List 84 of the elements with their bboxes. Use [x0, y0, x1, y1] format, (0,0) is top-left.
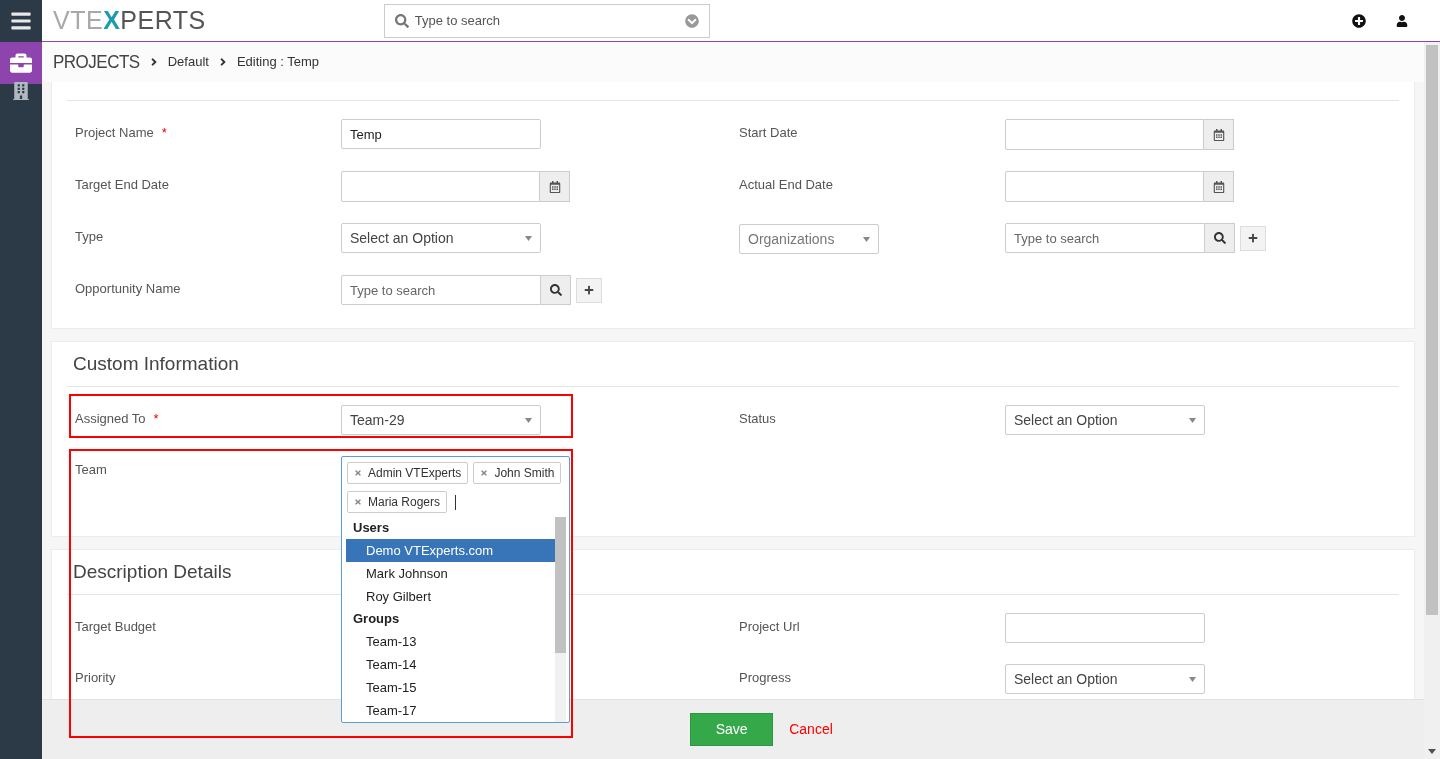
- add-record-button[interactable]: [1352, 13, 1366, 28]
- date-field[interactable]: [1005, 171, 1204, 202]
- option-group-label: Groups: [352, 610, 401, 629]
- search-icon: [549, 284, 562, 296]
- selected-tag[interactable]: Maria Rogers: [347, 491, 448, 513]
- field-label: Project Name *: [75, 125, 167, 140]
- select-field[interactable]: Select an Option: [1005, 405, 1205, 435]
- scrollbar[interactable]: [555, 517, 566, 722]
- calendar-button[interactable]: [540, 171, 570, 202]
- select-field[interactable]: Team-29: [341, 405, 541, 435]
- module-title[interactable]: PROJECTS: [53, 47, 140, 77]
- field-label: Status: [739, 411, 776, 426]
- page-scrollbar[interactable]: [1424, 42, 1440, 759]
- field-label: Assigned To *: [75, 411, 159, 426]
- search-icon: [1213, 232, 1226, 244]
- add-button[interactable]: [1240, 225, 1266, 251]
- dropdown-option[interactable]: Team-17: [346, 699, 555, 722]
- date-field[interactable]: [341, 171, 540, 202]
- sidebar-item[interactable]: [0, 42, 42, 84]
- selected-tag[interactable]: John Smith: [473, 462, 562, 484]
- remove-icon[interactable]: [480, 469, 489, 477]
- breadcrumb-link[interactable]: Editing : Temp: [236, 52, 320, 72]
- select-field[interactable]: Select an Option: [1005, 664, 1205, 694]
- field-label: Target Budget: [75, 619, 156, 634]
- caret-icon: [863, 236, 870, 242]
- field-label: Progress: [739, 670, 792, 685]
- scrollbar-thumb[interactable]: [1426, 45, 1438, 615]
- chevron-icon[interactable]: [684, 13, 699, 28]
- breadcrumb-link[interactable]: Default: [167, 52, 209, 72]
- search-button[interactable]: [541, 275, 571, 305]
- user-button[interactable]: [1396, 14, 1408, 27]
- section-title: Description Details: [73, 559, 232, 584]
- dropdown-option[interactable]: Team-14: [346, 653, 555, 676]
- field-label: Start Date: [739, 125, 798, 140]
- caret-icon: [1189, 417, 1196, 423]
- required-mark: *: [153, 411, 159, 426]
- plus-icon: [1352, 13, 1366, 28]
- date-field[interactable]: [1005, 119, 1204, 150]
- calendar-icon: [548, 180, 561, 193]
- search-input[interactable]: Type to search: [414, 10, 679, 31]
- field-label: Team: [75, 462, 107, 477]
- search-icon: [394, 13, 409, 28]
- text-field[interactable]: Temp: [341, 119, 541, 149]
- caret-icon: [1189, 676, 1196, 682]
- add-button[interactable]: [576, 277, 602, 303]
- briefcase-icon: [10, 52, 32, 74]
- dropdown-option[interactable]: Roy Gilbert: [346, 585, 555, 608]
- required-mark: *: [161, 125, 167, 140]
- plus-icon: [584, 285, 594, 295]
- field-label: Type: [75, 229, 104, 244]
- option-group-label: Users: [352, 519, 391, 538]
- field-label: Target End Date: [75, 177, 169, 192]
- global-search-field[interactable]: Type to search: [383, 3, 710, 38]
- text-field[interactable]: [1005, 613, 1205, 643]
- calendar-icon: [1212, 180, 1225, 193]
- remove-icon[interactable]: [354, 469, 362, 477]
- logo: VTEXPERTS: [53, 8, 206, 33]
- module-select[interactable]: Organizations: [739, 224, 879, 254]
- section-title: Custom Information: [73, 351, 239, 376]
- selected-tag[interactable]: Admin VTExperts: [347, 462, 469, 484]
- calendar-button[interactable]: [1204, 119, 1234, 150]
- caret-icon: [525, 235, 532, 241]
- search-field[interactable]: Type to search: [1005, 223, 1205, 253]
- text-cursor: [455, 494, 457, 510]
- dropdown-option[interactable]: Team-15: [346, 676, 555, 699]
- field-label: Project Url: [739, 619, 800, 634]
- field-label: Actual End Date: [739, 177, 833, 192]
- search-button[interactable]: [1205, 223, 1235, 253]
- user-icon: [1396, 14, 1408, 27]
- field-label: Priority: [75, 670, 116, 685]
- dropdown-option[interactable]: Demo VTExperts.com: [346, 539, 555, 562]
- scroll-down-arrow-icon[interactable]: [1428, 749, 1436, 754]
- select-field[interactable]: Select an Option: [341, 223, 541, 253]
- building-icon: [12, 82, 30, 100]
- calendar-icon: [1212, 128, 1225, 141]
- calendar-button[interactable]: [1204, 171, 1234, 202]
- remove-icon[interactable]: [354, 498, 362, 506]
- dropdown-option[interactable]: Team-13: [346, 630, 555, 653]
- field-label: Opportunity Name: [75, 281, 181, 296]
- scrollbar-thumb[interactable]: [555, 517, 566, 653]
- plus-icon: [1248, 233, 1258, 243]
- search-field[interactable]: Type to search: [341, 275, 541, 305]
- dropdown-option[interactable]: Mark Johnson: [346, 562, 555, 585]
- caret-icon: [525, 417, 532, 423]
